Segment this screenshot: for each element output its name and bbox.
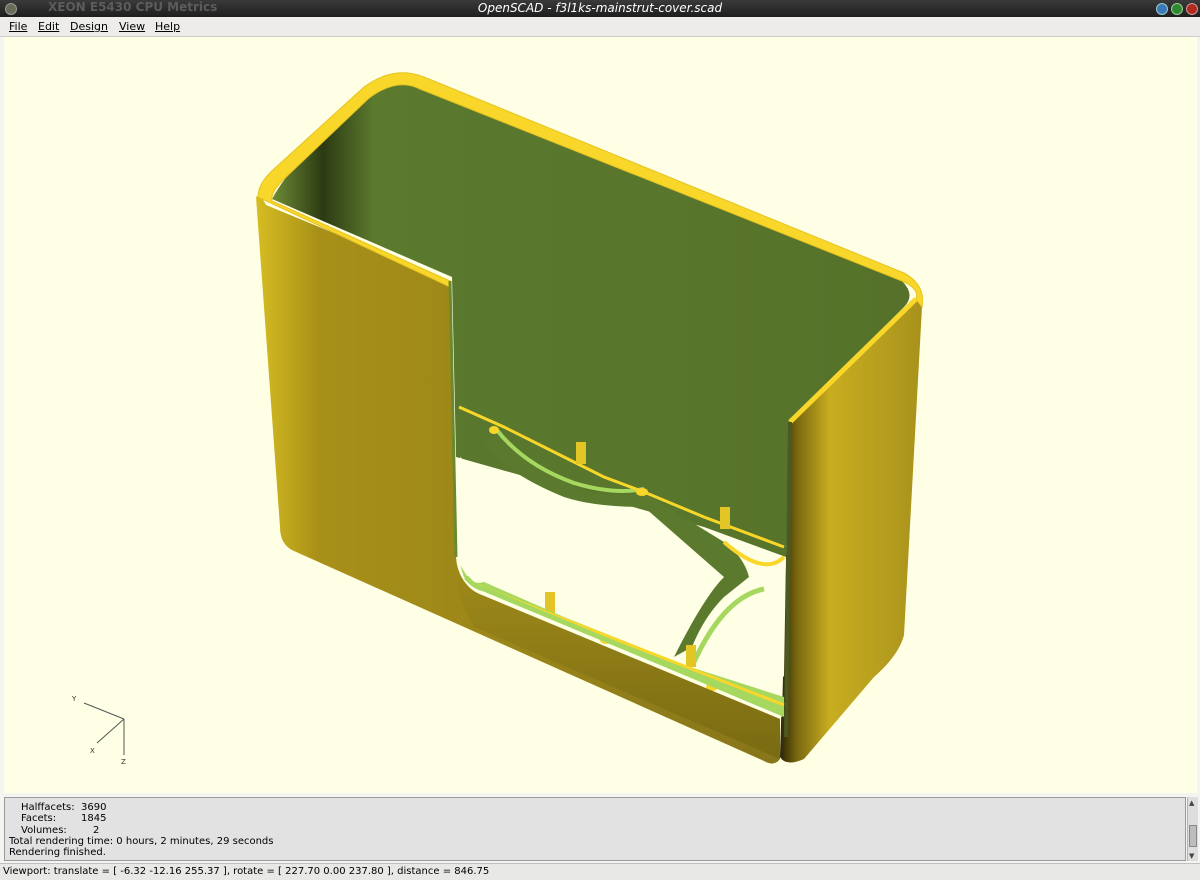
axis-label-z: Z — [121, 758, 126, 766]
peg-2 — [720, 507, 730, 529]
menu-view[interactable]: View — [119, 20, 145, 33]
menu-help[interactable]: Help — [155, 20, 180, 33]
axis-label-x: X — [90, 747, 95, 755]
console-value: 2 — [93, 824, 100, 836]
boss-1 — [636, 488, 648, 496]
peg-1 — [576, 442, 586, 464]
console-line: Facets: 1845 — [5, 813, 1185, 824]
console-render-time: Total rendering time: 0 hours, 2 minutes… — [9, 835, 274, 847]
close-icon[interactable] — [1186, 3, 1198, 15]
console-label: Volumes: — [21, 824, 67, 836]
title-bar: XEON E5430 CPU Metrics OpenSCAD - f3l1ks… — [0, 0, 1200, 17]
peg-4 — [686, 645, 696, 667]
maximize-icon[interactable] — [1171, 3, 1183, 15]
axes-indicator: Y X Z — [71, 695, 126, 766]
3d-viewport[interactable]: Y X Z — [4, 37, 1197, 793]
menu-bar: File Edit Design View Help — [0, 17, 1200, 37]
console-output[interactable]: Halffacets: 3690 Facets: 1845 Volumes: 2 To… — [4, 797, 1186, 861]
console-scrollbar[interactable]: ▲ ▼ — [1187, 797, 1198, 861]
scroll-up-icon[interactable]: ▲ — [1189, 799, 1194, 807]
scroll-thumb[interactable] — [1189, 825, 1197, 847]
axis-label-y: Y — [71, 695, 77, 703]
menu-edit[interactable]: Edit — [38, 20, 59, 33]
console-label: Facets: — [21, 813, 57, 825]
minimize-icon[interactable] — [1156, 3, 1168, 15]
console-line: Halffacets: 3690 — [5, 802, 1185, 813]
viewport-status: Viewport: translate = [ -6.32 -12.16 255… — [3, 866, 490, 877]
console-line: Volumes: 2 — [5, 825, 1185, 836]
boss-4 — [489, 426, 499, 434]
status-bar: Viewport: translate = [ -6.32 -12.16 255… — [0, 863, 1200, 880]
console-value: 3690 — [81, 802, 107, 813]
window-title: OpenSCAD - f3l1ks-mainstrut-cover.scad — [477, 1, 723, 15]
console-value: 1845 — [81, 813, 107, 825]
menu-design[interactable]: Design — [70, 20, 108, 33]
console-label: Halffacets: — [21, 802, 75, 813]
console-finished: Rendering finished. — [9, 847, 106, 859]
model-render: Y X Z — [71, 72, 924, 766]
scroll-down-icon[interactable]: ▼ — [1189, 852, 1194, 860]
menu-file[interactable]: File — [9, 20, 27, 33]
